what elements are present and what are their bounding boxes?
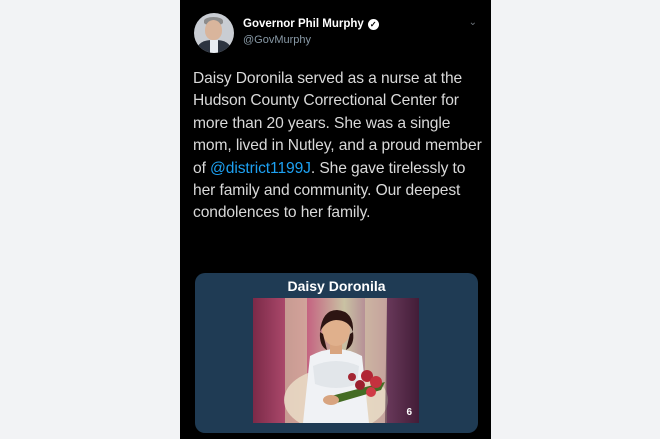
image-page-number: 6 [406, 407, 412, 418]
media-title: Daisy Doronila [287, 278, 386, 294]
name-row: Governor Phil Murphy ✓ [243, 16, 379, 32]
avatar-face [205, 20, 222, 40]
page: Governor Phil Murphy ✓ @GovMurphy ⌄ Dais… [0, 0, 660, 439]
tweet-media[interactable]: Daisy Doronila 6 [195, 273, 478, 433]
mention-link[interactable]: @district1199J [210, 160, 311, 177]
tweet-card[interactable]: Governor Phil Murphy ✓ @GovMurphy ⌄ Dais… [180, 0, 491, 439]
avatar-shirt [210, 40, 218, 53]
tweet-header: Governor Phil Murphy ✓ @GovMurphy ⌄ [194, 13, 477, 53]
portrait-svg [284, 298, 419, 423]
avatar[interactable] [194, 13, 234, 53]
author-name[interactable]: Governor Phil Murphy [243, 16, 364, 32]
verified-badge-icon: ✓ [367, 18, 379, 30]
author-handle[interactable]: @GovMurphy [243, 33, 311, 47]
portrait-photo[interactable]: 6 [253, 298, 419, 423]
tweet-text: Daisy Doronila served as a nurse at the … [193, 68, 485, 225]
chevron-down-icon[interactable]: ⌄ [469, 17, 477, 29]
